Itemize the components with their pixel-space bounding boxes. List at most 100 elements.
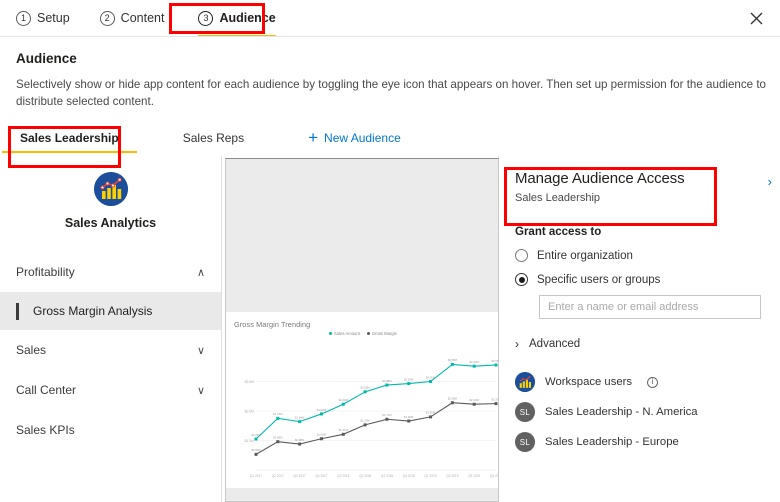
svg-text:Q2 2019: Q2 2019 bbox=[446, 474, 458, 478]
svg-text:$1.05M: $1.05M bbox=[251, 433, 261, 437]
svg-text:Q3 2017: Q3 2017 bbox=[294, 474, 306, 478]
svg-text:$1.06M: $1.06M bbox=[317, 433, 327, 437]
new-audience-button[interactable]: + New Audience bbox=[308, 126, 401, 145]
list-item[interactable]: Workspace users i bbox=[515, 367, 766, 397]
svg-text:Q3 2018: Q3 2018 bbox=[381, 474, 393, 478]
svg-text:$3.0M: $3.0M bbox=[245, 380, 255, 384]
report-preview-pane: Gross Margin Trending Sales Amount Gross… bbox=[222, 156, 499, 502]
body-columns: Sales Analytics Profitability ∧ Gross Ma… bbox=[0, 156, 780, 502]
wizard-step-audience[interactable]: 3 Audience bbox=[198, 1, 275, 35]
svg-text:$1.66M: $1.66M bbox=[404, 415, 414, 419]
header-divider bbox=[0, 36, 780, 37]
info-icon[interactable]: i bbox=[647, 377, 658, 388]
radio-entire-organization[interactable]: Entire organization bbox=[515, 249, 766, 262]
list-item[interactable]: SL Sales Leadership - N. America bbox=[515, 397, 766, 427]
svg-text:$2.23M: $2.23M bbox=[339, 398, 349, 402]
radio-label: Specific users or groups bbox=[537, 274, 660, 286]
selected-indicator bbox=[16, 303, 19, 320]
name-or-email-input[interactable] bbox=[539, 295, 761, 319]
nav-item-label: Sales KPIs bbox=[16, 423, 75, 437]
svg-text:Q4 2017: Q4 2017 bbox=[315, 474, 327, 478]
nav-group-call-center[interactable]: Call Center ∨ bbox=[0, 370, 221, 410]
legend-swatch bbox=[367, 332, 370, 335]
nav-item-sales-kpis[interactable]: Sales KPIs bbox=[0, 410, 221, 450]
svg-text:$0.53M: $0.53M bbox=[251, 448, 261, 452]
radio-button[interactable] bbox=[515, 273, 528, 286]
app-root: 1 Setup 2 Content 3 Audience Audience Se… bbox=[0, 0, 780, 502]
plus-icon: + bbox=[308, 132, 318, 144]
wizard-step-setup[interactable]: 1 Setup bbox=[16, 1, 70, 35]
legend-swatch bbox=[329, 332, 332, 335]
chart-title: Gross Margin Trending bbox=[234, 320, 494, 329]
svg-text:$1.90M: $1.90M bbox=[317, 408, 327, 412]
granted-people-list: Workspace users i SL Sales Leadership - … bbox=[515, 367, 766, 457]
tab-sales-reps[interactable]: Sales Reps bbox=[181, 126, 246, 153]
gross-margin-trending-chart[interactable]: Gross Margin Trending Sales Amount Gross… bbox=[226, 312, 498, 502]
manage-audience-access-panel: Manage Audience Access Sales Leadership … bbox=[499, 156, 780, 502]
page-description: Selectively show or hide app content for… bbox=[16, 76, 768, 110]
svg-text:$1.53M: $1.53M bbox=[360, 419, 370, 423]
person-name: Workspace users bbox=[545, 376, 632, 388]
svg-text:$2.88M: $2.88M bbox=[382, 379, 392, 383]
svg-text:$3.52M: $3.52M bbox=[470, 360, 480, 364]
svg-text:$1.64M: $1.64M bbox=[295, 415, 305, 419]
app-name: Sales Analytics bbox=[0, 216, 221, 230]
svg-text:$2.0M: $2.0M bbox=[245, 410, 255, 414]
person-name: Sales Leadership - N. America bbox=[545, 406, 698, 418]
tab-sales-leadership[interactable]: Sales Leadership bbox=[18, 126, 121, 153]
svg-text:$3.58M: $3.58M bbox=[448, 358, 458, 362]
svg-text:Q3 2019: Q3 2019 bbox=[468, 474, 480, 478]
nav-group-profitability[interactable]: Profitability ∧ bbox=[0, 252, 221, 292]
nav-item-gross-margin-analysis[interactable]: Gross Margin Analysis bbox=[0, 292, 221, 330]
svg-text:Q1 2019: Q1 2019 bbox=[424, 474, 436, 478]
svg-text:$2.25M: $2.25M bbox=[491, 397, 499, 401]
chart-svg: $1.0M$2.0M$3.0MQ1 2017Q2 2017Q3 2017Q4 2… bbox=[232, 336, 499, 486]
nav-group-sales[interactable]: Sales ∨ bbox=[0, 330, 221, 370]
panel-title: Manage Audience Access bbox=[515, 170, 766, 187]
svg-text:$2.93M: $2.93M bbox=[404, 377, 414, 381]
nav-item-label: Profitability bbox=[16, 265, 75, 279]
radio-label: Entire organization bbox=[537, 250, 633, 262]
audience-tabs: Sales Leadership Sales Reps + New Audien… bbox=[0, 126, 780, 156]
advanced-toggle[interactable]: › Advanced bbox=[515, 337, 766, 351]
sales-analytics-app-icon bbox=[94, 172, 128, 206]
svg-text:Q4 2018: Q4 2018 bbox=[403, 474, 415, 478]
chart-bottom-strip bbox=[226, 488, 498, 502]
report-placeholder-area bbox=[226, 159, 498, 312]
radio-specific-users-or-groups[interactable]: Specific users or groups bbox=[515, 273, 766, 286]
avatar: SL bbox=[515, 432, 535, 452]
tab-underline bbox=[2, 151, 137, 154]
wizard-steps-bar: 1 Setup 2 Content 3 Audience bbox=[0, 0, 780, 36]
svg-text:Q1 2017: Q1 2017 bbox=[250, 474, 262, 478]
close-icon[interactable] bbox=[744, 6, 768, 30]
list-item[interactable]: SL Sales Leadership - Europe bbox=[515, 427, 766, 457]
tab-label: Sales Leadership bbox=[20, 131, 119, 145]
svg-text:$1.21M: $1.21M bbox=[339, 428, 349, 432]
wizard-step-label: Audience bbox=[219, 11, 275, 25]
nav-item-label: Gross Margin Analysis bbox=[33, 304, 152, 318]
svg-text:Q1 2018: Q1 2018 bbox=[337, 474, 349, 478]
wizard-step-number: 1 bbox=[16, 11, 31, 26]
svg-text:$1.75M: $1.75M bbox=[273, 412, 283, 416]
svg-text:$0.96M: $0.96M bbox=[273, 435, 283, 439]
report-preview-frame: Gross Margin Trending Sales Amount Gross… bbox=[225, 158, 499, 502]
svg-text:Q4 2019: Q4 2019 bbox=[490, 474, 499, 478]
chart-plot-area: $1.0M$2.0M$3.0MQ1 2017Q2 2017Q3 2017Q4 2… bbox=[232, 336, 494, 486]
chevron-up-icon: ∧ bbox=[197, 266, 205, 279]
wizard-step-content[interactable]: 2 Content bbox=[100, 1, 165, 35]
chevron-right-icon: › bbox=[515, 337, 519, 351]
svg-text:$1.72M: $1.72M bbox=[382, 413, 392, 417]
svg-text:$2.65M: $2.65M bbox=[360, 386, 370, 390]
wizard-step-number: 3 bbox=[198, 11, 213, 26]
radio-button[interactable] bbox=[515, 249, 528, 262]
wizard-step-number: 2 bbox=[100, 11, 115, 26]
panel-subtitle: Sales Leadership bbox=[515, 192, 766, 204]
new-audience-label: New Audience bbox=[324, 131, 401, 145]
svg-text:$1.80M: $1.80M bbox=[426, 411, 436, 415]
page-title: Audience bbox=[16, 51, 77, 66]
svg-text:$2.28M: $2.28M bbox=[448, 397, 458, 401]
nav-list: Profitability ∧ Gross Margin Analysis Sa… bbox=[0, 252, 221, 450]
advanced-label: Advanced bbox=[529, 338, 580, 350]
chevron-right-icon[interactable]: › bbox=[768, 174, 772, 189]
person-name: Sales Leadership - Europe bbox=[545, 436, 679, 448]
